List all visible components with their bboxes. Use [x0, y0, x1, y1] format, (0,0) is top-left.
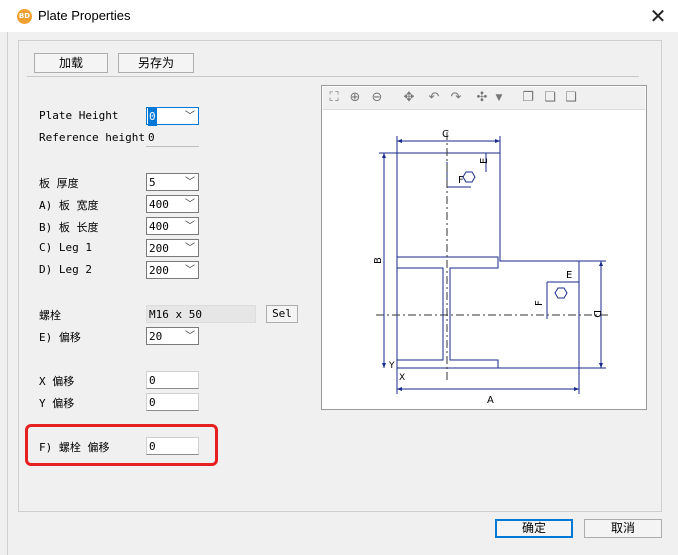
plate-outline	[396, 152, 580, 369]
e-offset-select[interactable]: 20 ﹀	[146, 327, 199, 345]
chevron-down-icon: ﹀	[185, 265, 195, 276]
window-title: Plate Properties	[38, 8, 131, 23]
chevron-down-icon: ﹀	[185, 243, 195, 254]
toolbar-separator	[27, 76, 639, 77]
plate-height-select[interactable]: 0 ﹀	[146, 107, 199, 126]
chevron-down-icon: ﹀	[185, 199, 195, 210]
axis-y-text: Y	[388, 361, 395, 371]
bolt-hexagon-top	[462, 171, 476, 183]
plate-width-label: A) 板 宽度	[39, 199, 99, 212]
zoom-in-icon[interactable]: ⊕	[347, 90, 363, 106]
x-offset-input[interactable]: 0	[146, 371, 199, 389]
dim-e-right-text: E	[566, 270, 572, 281]
reference-height-value: 0	[146, 129, 199, 147]
export-icon[interactable]: ❑	[563, 90, 579, 106]
copy-icon[interactable]: ❐	[520, 90, 536, 106]
y-offset-input[interactable]: 0	[146, 393, 199, 411]
plate-length-label: B) 板 长度	[39, 221, 99, 234]
leg1-label: C) Leg 1	[39, 241, 92, 254]
chevron-down-icon: ﹀	[185, 111, 195, 122]
cancel-button[interactable]: 取消	[584, 519, 662, 538]
bolt-value: M16 x 50	[146, 305, 256, 323]
pan-icon[interactable]: ✥	[401, 90, 417, 106]
axis-x-text: X	[399, 373, 405, 383]
plate-diagram: C B A D E F E F Y X	[373, 129, 610, 406]
move-icon[interactable]: ✣	[474, 90, 490, 106]
dim-e-top-text: E	[479, 158, 490, 164]
highlight-box	[25, 424, 218, 466]
zoom-out-icon[interactable]: ⊖	[369, 90, 385, 106]
dim-f-top-text: F	[458, 175, 464, 186]
dim-b-text: B	[373, 257, 384, 264]
dim-f-right-text: F	[534, 300, 545, 306]
chevron-down-icon: ﹀	[185, 221, 195, 232]
plate-length-select[interactable]: 400 ﹀	[146, 217, 199, 235]
bolt-label: 螺栓	[39, 309, 61, 322]
load-button[interactable]: 加载	[34, 53, 108, 73]
background-window-edge	[0, 32, 8, 555]
slot-left	[397, 267, 444, 361]
save-as-button[interactable]: 另存为	[118, 53, 194, 73]
ok-button[interactable]: 确定	[495, 519, 573, 538]
chevron-down-icon: ﹀	[185, 177, 195, 188]
plate-thickness-select[interactable]: 5 ﹀	[146, 173, 199, 191]
leg2-label: D) Leg 2	[39, 263, 92, 276]
chevron-down-icon: ﹀	[185, 331, 195, 342]
e-offset-label: E) 偏移	[39, 331, 81, 344]
rotate-right-icon[interactable]: ↷	[448, 90, 464, 106]
preview-toolbar: ⛶ ⊕ ⊖ ✥ ↶ ↷ ✣ ▼ ❐ ❏ ❑	[323, 87, 645, 110]
title-bar: BD Plate Properties ✕	[0, 0, 678, 32]
y-offset-label: Y 偏移	[39, 397, 75, 410]
paste-icon[interactable]: ❏	[542, 90, 558, 106]
dim-d-text: D	[591, 310, 602, 318]
plate-width-select[interactable]: 400 ﹀	[146, 195, 199, 213]
x-offset-label: X 偏移	[39, 375, 75, 388]
dropdown-icon[interactable]: ▼	[491, 90, 507, 106]
leg2-select[interactable]: 200 ﹀	[146, 261, 199, 279]
dim-a-text: A	[487, 395, 494, 406]
app-logo-icon: BD	[17, 9, 32, 24]
bolt-hexagon-right	[554, 287, 568, 299]
zoom-extents-icon[interactable]: ⛶	[326, 90, 342, 106]
reference-height-label: Reference height	[39, 131, 145, 144]
close-icon[interactable]: ✕	[644, 2, 672, 30]
rotate-left-icon[interactable]: ↶	[426, 90, 442, 106]
leg1-select[interactable]: 200 ﹀	[146, 239, 199, 257]
plate-height-label: Plate Height	[39, 109, 119, 122]
plate-thickness-label: 板 厚度	[39, 177, 79, 190]
bolt-select-button[interactable]: Sel	[266, 305, 298, 323]
preview-panel: ⛶ ⊕ ⊖ ✥ ↶ ↷ ✣ ▼ ❐ ❏ ❑ C B A D E F E F Y …	[321, 85, 647, 410]
dim-c-text: C	[442, 129, 449, 140]
